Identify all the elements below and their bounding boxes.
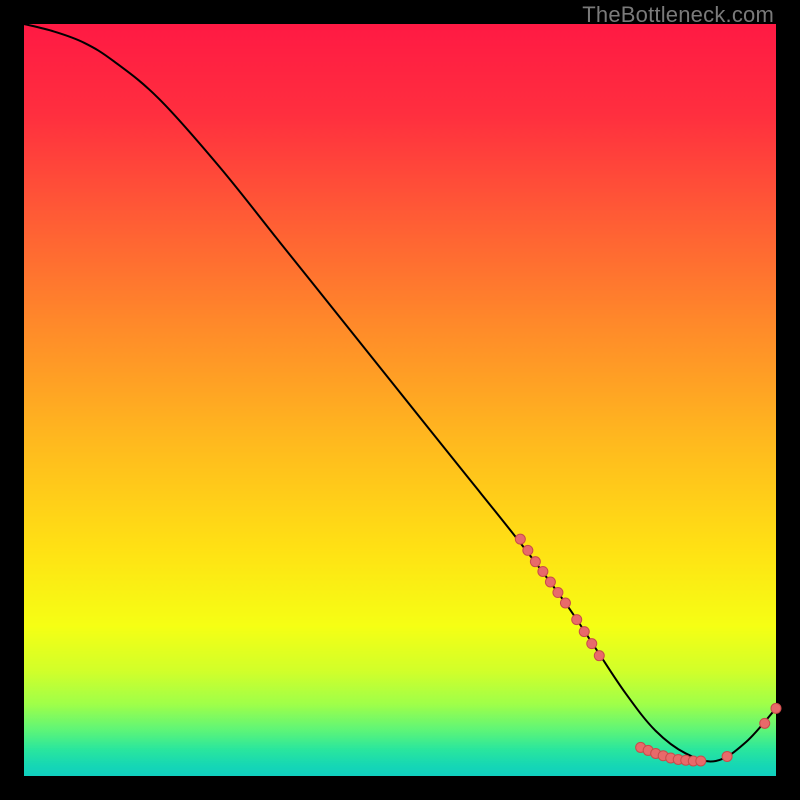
data-point [553, 588, 563, 598]
data-point [523, 545, 533, 555]
chart-overlay [24, 24, 776, 776]
watermark-text: TheBottleneck.com [582, 2, 774, 28]
data-point [722, 751, 732, 761]
data-point [572, 615, 582, 625]
data-point [579, 627, 589, 637]
data-point [771, 703, 781, 713]
data-point [760, 718, 770, 728]
data-point [530, 557, 540, 567]
bottleneck-curve [24, 24, 776, 761]
data-point [545, 577, 555, 587]
data-point [560, 598, 570, 608]
data-point [587, 639, 597, 649]
data-point [515, 534, 525, 544]
data-point [594, 651, 604, 661]
data-markers [515, 534, 781, 766]
data-point [538, 566, 548, 576]
data-point [696, 756, 706, 766]
